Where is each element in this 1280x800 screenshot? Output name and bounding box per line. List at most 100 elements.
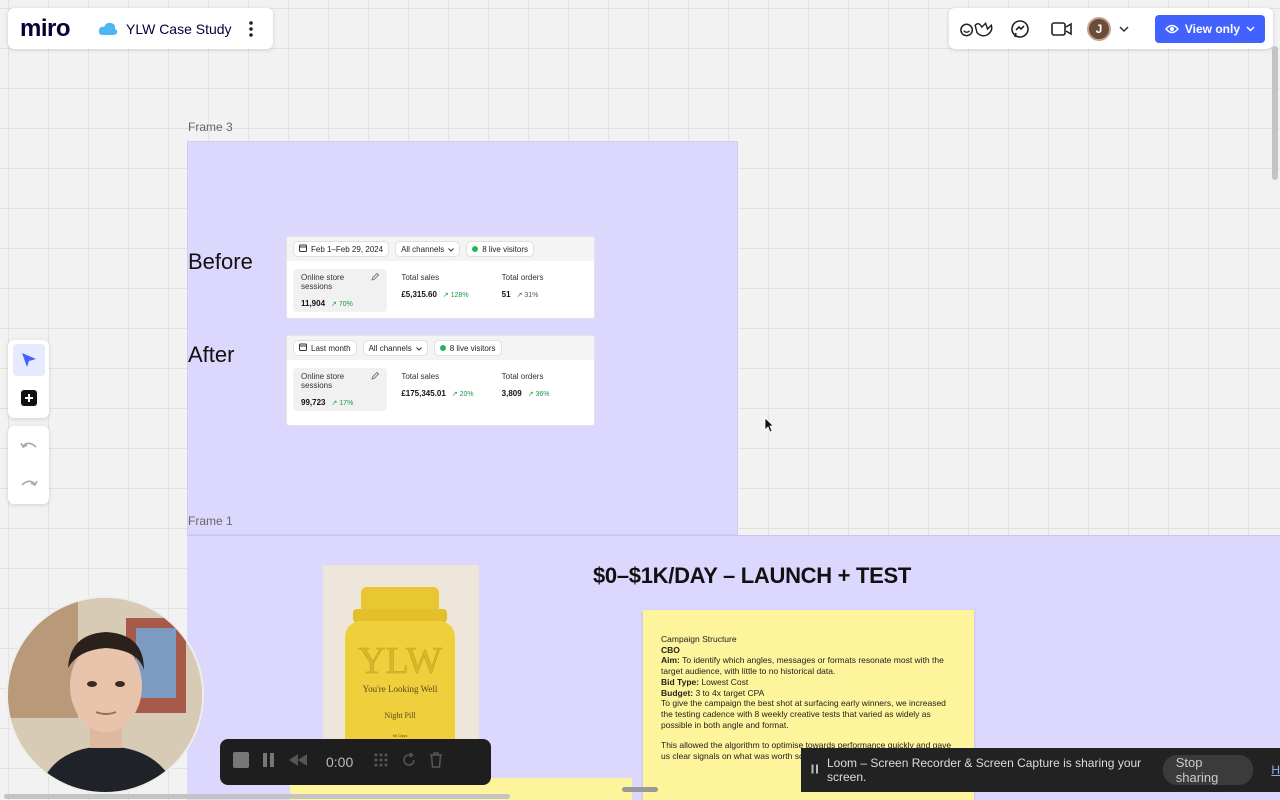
metric-value: £5,315.60	[401, 290, 437, 299]
recorder-controls: 0:00	[220, 739, 491, 785]
metric-value: 51	[501, 290, 511, 299]
add-icon[interactable]	[13, 382, 45, 414]
date-range-chip: Last month	[293, 340, 357, 356]
aim-text: To identify which angles, messages or fo…	[661, 655, 944, 677]
date-range-chip: Feb 1–Feb 29, 2024	[293, 241, 390, 257]
more-options-icon[interactable]	[241, 20, 261, 37]
live-visitors-chip: 8 live visitors	[433, 340, 502, 356]
sticky-paragraph-1: To give the campaign the best shot at su…	[661, 698, 946, 730]
metric-sales: Total sales £5,315.60 ↗ 128%	[401, 273, 469, 299]
metric-change: 31%	[524, 291, 539, 299]
before-metrics: Online store sessions 11,904 ↗ 70% Total …	[287, 261, 594, 322]
chevron-down-icon	[1246, 25, 1255, 32]
frame1-label[interactable]: Frame 1	[188, 514, 233, 528]
metric-value: 99,723	[301, 398, 326, 407]
after-filters: Last month All channels 8 live visitors	[287, 336, 594, 360]
after-label: After	[188, 342, 235, 367]
after-stats-card: Last month All channels 8 live visitors …	[287, 336, 594, 425]
left-toolbar	[8, 340, 49, 504]
metric-value: 11,904	[301, 299, 326, 308]
undo-icon[interactable]	[13, 430, 45, 462]
metric-sessions: Online store sessions 11,904 ↗ 70%	[293, 269, 388, 312]
board-title[interactable]: YLW Case Study	[126, 21, 232, 37]
avatar: J	[1087, 16, 1111, 41]
miro-logo[interactable]: miro	[20, 15, 84, 43]
cloud-icon	[98, 22, 118, 36]
bid-text: Lowest Cost	[699, 676, 749, 687]
trash-icon[interactable]	[429, 751, 443, 773]
reactions-icon[interactable]	[959, 14, 997, 44]
product-tagline: You're Looking Well	[363, 684, 438, 694]
pause-icon[interactable]	[262, 752, 276, 773]
screen-share-banner: Loom – Screen Recorder & Screen Capture …	[801, 748, 1280, 792]
live-visitors-text: 8 live visitors	[482, 244, 528, 254]
metric-name: Online store sessions	[301, 273, 345, 291]
history-tools	[8, 426, 49, 504]
chat-icon[interactable]	[1001, 14, 1039, 44]
metric-value: £175,345.01	[401, 389, 446, 398]
metric-change: 20%	[459, 390, 474, 398]
metric-change: 128%	[450, 291, 469, 299]
metric-change: 36%	[535, 390, 550, 398]
share-message: Loom – Screen Recorder & Screen Capture …	[827, 756, 1142, 784]
bottom-drag-handle[interactable]	[622, 787, 658, 792]
rewind-icon[interactable]	[288, 753, 308, 772]
horizontal-scrollbar[interactable]	[4, 794, 510, 799]
metric-sessions: Online store sessions 99,723 ↗ 17%	[293, 368, 388, 411]
frame1-headline: $0–$1K/DAY – LAUNCH + TEST	[593, 563, 912, 588]
date-range-text: Last month	[311, 343, 351, 353]
channels-chip: All channels	[395, 241, 461, 257]
creation-tools	[8, 340, 49, 418]
frame3-label[interactable]: Frame 3	[188, 120, 233, 134]
vertical-scrollbar[interactable]	[1272, 46, 1278, 180]
restart-icon[interactable]	[401, 751, 417, 773]
chevron-down-icon	[415, 344, 422, 353]
chevron-down-icon	[448, 245, 455, 254]
before-label: Before	[188, 249, 253, 274]
channels-text: All channels	[368, 343, 412, 353]
metric-name: Online store sessions	[301, 372, 345, 390]
user-menu[interactable]: J	[1087, 16, 1129, 41]
webcam-bubble[interactable]	[6, 596, 204, 794]
metric-change: 17%	[339, 399, 354, 407]
live-dot-icon	[439, 345, 446, 351]
metric-orders: Total orders 51 ↗ 31%	[501, 273, 544, 299]
pencil-icon	[371, 272, 380, 291]
hide-banner-link[interactable]: H	[1271, 763, 1280, 777]
mouse-cursor-icon	[764, 417, 775, 438]
metric-name: Total orders	[501, 273, 544, 282]
date-range-text: Feb 1–Feb 29, 2024	[311, 244, 384, 254]
recording-time: 0:00	[326, 754, 354, 770]
after-metrics: Online store sessions 99,723 ↗ 17% Total …	[287, 360, 594, 421]
live-visitors-text: 8 live visitors	[449, 343, 496, 353]
pause-icon	[811, 763, 819, 777]
select-tool-icon[interactable]	[12, 344, 45, 376]
aim-label: Aim:	[661, 655, 680, 666]
live-visitors-chip: 8 live visitors	[466, 241, 534, 257]
collaboration-toolbar: J View only	[949, 8, 1273, 49]
calendar-icon	[299, 244, 307, 254]
budget-text: 3 to 4x target CPA	[693, 687, 765, 698]
metric-name: Total sales	[401, 372, 440, 381]
metric-change: 70%	[338, 300, 353, 308]
pencil-icon	[371, 371, 380, 390]
before-stats-card: Feb 1–Feb 29, 2024 All channels 8 live v…	[287, 237, 594, 318]
stop-record-icon[interactable]	[232, 751, 250, 774]
budget-label: Budget:	[661, 687, 694, 698]
metric-name: Total orders	[501, 372, 544, 381]
video-call-icon[interactable]	[1043, 14, 1081, 44]
product-size: 90 Days	[393, 733, 408, 738]
view-only-button[interactable]: View only	[1154, 14, 1265, 43]
grid-icon[interactable]	[373, 752, 389, 773]
chevron-down-icon	[1119, 25, 1129, 32]
calendar-icon	[299, 343, 307, 353]
channels-chip: All channels	[362, 340, 428, 356]
sticky-type: CBO	[661, 644, 680, 655]
board-header: miro YLW Case Study	[8, 8, 273, 49]
before-filters: Feb 1–Feb 29, 2024 All channels 8 live v…	[287, 237, 594, 261]
stop-sharing-button[interactable]: Stop sharing	[1162, 755, 1254, 785]
redo-icon[interactable]	[13, 468, 45, 500]
bid-label: Bid Type:	[661, 676, 700, 687]
live-dot-icon	[472, 246, 479, 252]
channels-text: All channels	[401, 244, 445, 254]
